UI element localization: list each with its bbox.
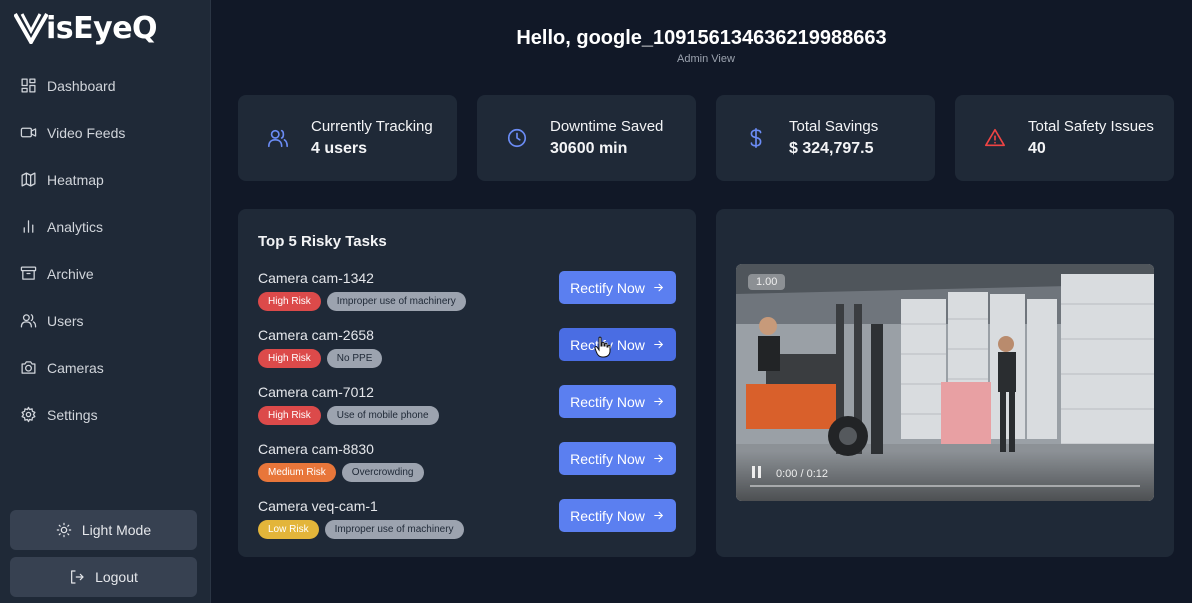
task-row: Camera cam-8830 Medium Risk Overcrowding… bbox=[258, 441, 676, 483]
risk-badge: High Risk bbox=[258, 406, 321, 425]
task-row: Camera cam-2658 High Risk No PPE Rectify… bbox=[258, 327, 676, 369]
sidebar-item-heatmap[interactable]: Heatmap bbox=[0, 156, 211, 203]
stat-label: Total Safety Issues bbox=[1028, 118, 1154, 135]
sidebar-item-label: Archive bbox=[47, 265, 94, 282]
rectify-label: Rectify Now bbox=[570, 450, 645, 467]
sidebar-item-label: Cameras bbox=[47, 359, 104, 376]
rectify-label: Rectify Now bbox=[570, 507, 645, 524]
video-controls: 0:00 / 0:12 bbox=[736, 451, 1154, 501]
clock-icon bbox=[507, 128, 527, 148]
sidebar-item-label: Dashboard bbox=[47, 77, 116, 94]
video-time: 0:00 / 0:12 bbox=[776, 468, 828, 480]
sidebar-item-label: Video Feeds bbox=[47, 124, 126, 141]
users-icon bbox=[268, 129, 288, 148]
risky-tasks-panel: Top 5 Risky Tasks Camera cam-1342 High R… bbox=[238, 209, 696, 557]
stat-label: Currently Tracking bbox=[311, 118, 433, 135]
arrow-right-icon bbox=[654, 283, 663, 292]
risk-badge: High Risk bbox=[258, 349, 321, 368]
dollar-icon bbox=[750, 128, 762, 148]
issue-badge: Use of mobile phone bbox=[326, 406, 439, 425]
app-logo[interactable]: isEyeQ bbox=[14, 8, 158, 48]
task-camera-name: Camera cam-1342 bbox=[258, 270, 374, 286]
sidebar-item-label: Analytics bbox=[47, 218, 104, 235]
issue-badge: Improper use of machinery bbox=[324, 520, 464, 539]
logo-text: isEyeQ bbox=[46, 10, 158, 46]
rectify-label: Rectify Now bbox=[570, 393, 645, 410]
rectify-now-button[interactable]: Rectify Now bbox=[559, 499, 676, 532]
stat-value: 4 users bbox=[311, 140, 368, 157]
risk-badge: High Risk bbox=[258, 292, 321, 311]
page-subtitle: Admin View bbox=[677, 53, 735, 65]
rectify-now-button[interactable]: Rectify Now bbox=[559, 328, 676, 361]
issue-badge: Overcrowding bbox=[341, 463, 424, 482]
gear-icon bbox=[21, 406, 36, 423]
task-camera-name: Camera cam-8830 bbox=[258, 441, 374, 457]
dashboard-icon bbox=[21, 78, 36, 93]
sidebar-item-archive[interactable]: Archive bbox=[0, 250, 211, 297]
task-row: Camera cam-1342 High Risk Improper use o… bbox=[258, 270, 676, 312]
risk-badge: Medium Risk bbox=[258, 463, 336, 482]
arrow-right-icon bbox=[654, 340, 663, 349]
video-panel: 1.00 0:00 / 0:12 bbox=[716, 209, 1174, 557]
issue-badge: No PPE bbox=[326, 349, 383, 368]
bar-chart-icon bbox=[23, 220, 34, 233]
task-row: Camera cam-7012 High Risk Use of mobile … bbox=[258, 384, 676, 426]
rectify-now-button[interactable]: Rectify Now bbox=[559, 442, 676, 475]
map-icon bbox=[21, 172, 36, 187]
sidebar-item-settings[interactable]: Settings bbox=[0, 391, 211, 438]
video-player[interactable]: 1.00 0:00 / 0:12 bbox=[736, 264, 1154, 501]
archive-icon bbox=[20, 266, 37, 280]
arrow-right-icon bbox=[654, 454, 663, 463]
rectify-label: Rectify Now bbox=[570, 279, 645, 296]
stat-label: Downtime Saved bbox=[550, 118, 664, 135]
task-camera-name: Camera cam-2658 bbox=[258, 327, 374, 343]
video-icon bbox=[20, 127, 37, 138]
sun-icon bbox=[56, 522, 72, 538]
light-mode-button[interactable]: Light Mode bbox=[10, 510, 197, 550]
sidebar-item-label: Settings bbox=[47, 406, 98, 423]
camera-icon bbox=[21, 361, 36, 374]
stat-value: 40 bbox=[1028, 140, 1046, 157]
sidebar-item-video-feeds[interactable]: Video Feeds bbox=[0, 109, 211, 156]
task-camera-name: Camera cam-7012 bbox=[258, 384, 374, 400]
rectify-now-button[interactable]: Rectify Now bbox=[559, 385, 676, 418]
task-row: Camera veq-cam-1 Low Risk Improper use o… bbox=[258, 498, 676, 540]
arrow-right-icon bbox=[654, 511, 663, 520]
logout-label: Logout bbox=[95, 569, 138, 585]
sidebar-item-users[interactable]: Users bbox=[0, 297, 211, 344]
risky-tasks-title: Top 5 Risky Tasks bbox=[258, 233, 387, 250]
hand-cursor-icon bbox=[594, 336, 611, 358]
sidebar-item-label: Users bbox=[47, 312, 84, 329]
playback-speed[interactable]: 1.00 bbox=[748, 274, 786, 290]
stat-value: 30600 min bbox=[550, 140, 628, 157]
stat-label: Total Savings bbox=[789, 118, 879, 135]
warning-icon bbox=[985, 128, 1005, 147]
stat-card-downtime: Downtime Saved 30600 min bbox=[477, 95, 696, 181]
light-mode-label: Light Mode bbox=[81, 522, 152, 538]
video-progress-bar[interactable] bbox=[750, 485, 1140, 487]
task-camera-name: Camera veq-cam-1 bbox=[258, 498, 378, 514]
risk-badge: Low Risk bbox=[258, 520, 319, 539]
page-title: Hello, google_109156134636219988663 bbox=[516, 27, 887, 49]
logo-v-icon bbox=[14, 13, 48, 44]
stat-card-safety: Total Safety Issues 40 bbox=[955, 95, 1174, 181]
issue-badge: Improper use of machinery bbox=[326, 292, 466, 311]
stat-value: $ 324,797.5 bbox=[789, 140, 874, 157]
stat-card-tracking: Currently Tracking 4 users bbox=[238, 95, 457, 181]
arrow-right-icon bbox=[654, 397, 663, 406]
sidebar-item-analytics[interactable]: Analytics bbox=[0, 203, 211, 250]
pause-icon[interactable] bbox=[752, 466, 762, 478]
sidebar-item-dashboard[interactable]: Dashboard bbox=[0, 62, 211, 109]
rectify-now-button[interactable]: Rectify Now bbox=[559, 271, 676, 304]
logout-button[interactable]: Logout bbox=[10, 557, 197, 597]
sidebar-nav: Dashboard Video Feeds Heatmap Analytics … bbox=[0, 62, 211, 438]
stat-card-savings: Total Savings $ 324,797.5 bbox=[716, 95, 935, 181]
users-icon bbox=[20, 314, 37, 328]
sidebar-item-cameras[interactable]: Cameras bbox=[0, 344, 211, 391]
logout-icon bbox=[71, 570, 84, 584]
sidebar: isEyeQ Dashboard Video Feeds Heatmap Ana… bbox=[0, 0, 211, 603]
sidebar-item-label: Heatmap bbox=[47, 171, 104, 188]
